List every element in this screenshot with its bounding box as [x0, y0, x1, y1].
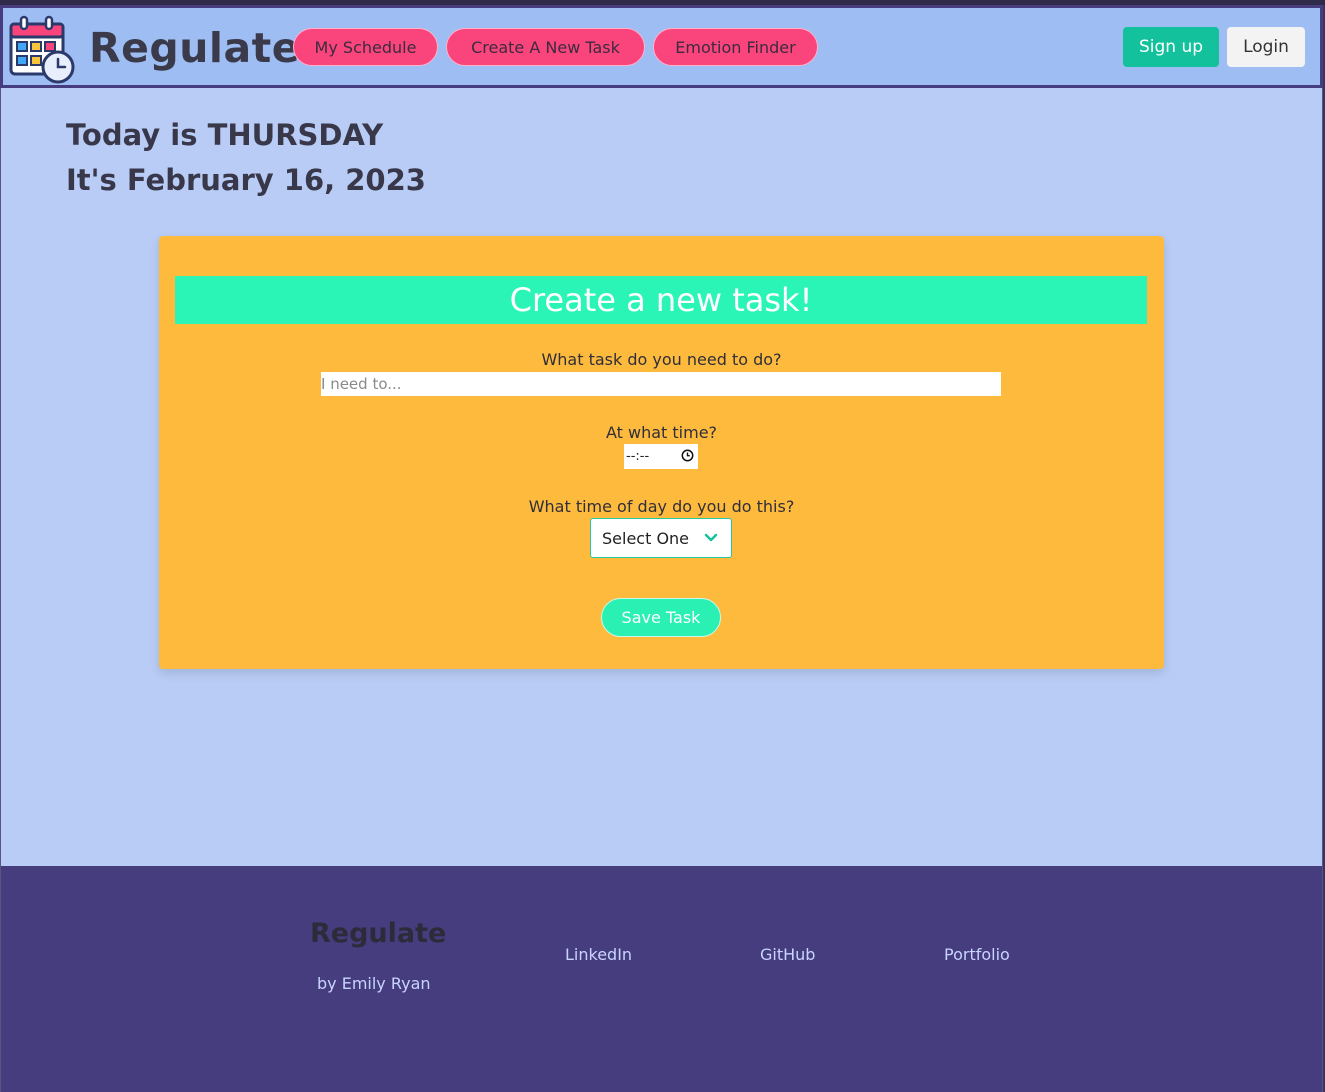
today-heading: Today is THURSDAY: [66, 118, 384, 152]
chevron-down-icon: [704, 533, 718, 542]
navbar: Regulate My Schedule Create A New Task E…: [0, 5, 1323, 88]
nav-my-schedule[interactable]: My Schedule: [293, 28, 438, 66]
footer-byline: by Emily Ryan: [317, 974, 431, 993]
save-task-button[interactable]: Save Task: [601, 598, 721, 637]
card-title: Create a new task!: [175, 276, 1147, 324]
signup-button[interactable]: Sign up: [1123, 27, 1219, 67]
time-input[interactable]: --:--: [624, 444, 698, 469]
footer-brand: Regulate: [310, 918, 447, 949]
main-content: Today is THURSDAY It's February 16, 2023…: [1, 88, 1322, 866]
footer-link-github[interactable]: GitHub: [760, 945, 815, 964]
time-label: At what time?: [605, 423, 718, 442]
footer-link-portfolio[interactable]: Portfolio: [944, 945, 1010, 964]
footer-link-linkedin[interactable]: LinkedIn: [565, 945, 632, 964]
brand-title[interactable]: Regulate: [89, 24, 300, 72]
task-input[interactable]: [321, 372, 1001, 396]
calendar-clock-icon[interactable]: [8, 14, 76, 84]
nav-create-task[interactable]: Create A New Task: [446, 28, 645, 66]
nav-emotion-finder[interactable]: Emotion Finder: [653, 28, 818, 66]
select-value: Select One: [602, 528, 690, 548]
time-value: --:--: [626, 449, 650, 464]
period-label: What time of day do you do this?: [528, 497, 795, 516]
clock-icon[interactable]: [681, 449, 694, 462]
task-label: What task do you need to do?: [541, 350, 782, 369]
new-task-card: Create a new task! What task do you need…: [159, 236, 1164, 669]
date-heading: It's February 16, 2023: [66, 163, 426, 197]
login-button[interactable]: Login: [1227, 27, 1305, 67]
time-of-day-select[interactable]: Select One: [590, 518, 732, 558]
footer: Regulate by Emily Ryan LinkedIn GitHub P…: [1, 866, 1322, 1092]
